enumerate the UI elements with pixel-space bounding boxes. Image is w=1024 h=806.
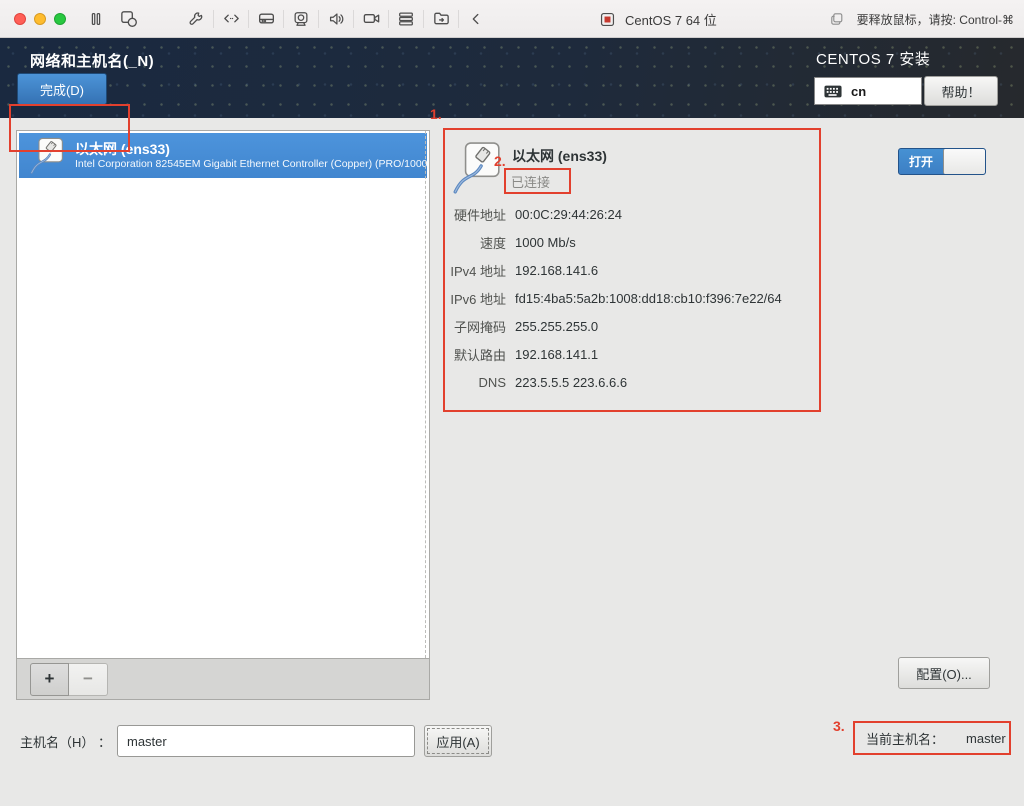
- detail-device-name: 以太网 (ens33): [512, 148, 607, 164]
- camera-icon[interactable]: [289, 7, 313, 31]
- device-list: 以太网 (ens33) Intel Corporation 82545EM Gi…: [16, 130, 430, 659]
- centos-installer-window: CentOS 7 64 位 要释放鼠标，请按: Control-⌘ 网络和主机名…: [0, 0, 1024, 806]
- disk-icon[interactable]: [254, 7, 278, 31]
- vm-os-icon: [595, 7, 619, 31]
- detail-row-ipv4: IPv4 地址 192.168.141.6: [450, 262, 599, 279]
- connection-status: 已连接: [511, 175, 551, 190]
- device-on-off-switch[interactable]: 打开: [898, 148, 986, 175]
- video-camera-icon[interactable]: [359, 7, 383, 31]
- minimize-window-button[interactable]: [34, 12, 46, 25]
- detail-row-speed: 速度 1000 Mb/s: [479, 234, 576, 251]
- detail-row-netmask: 子网掩码 255.255.255.0: [453, 318, 599, 335]
- add-device-button[interactable]: +: [30, 662, 69, 696]
- connection-details: 硬件地址 00:0C:29:44:26:24 速度 1000 Mb/s IPv4 地…: [446, 200, 816, 396]
- detail-row-ipv6: IPv6 地址 fd15:4ba5:5a2b:1008:dd18:cb10:f39…: [450, 290, 782, 307]
- window-copy-icon: [825, 7, 849, 31]
- switch-handle[interactable]: [943, 149, 985, 174]
- device-description: Intel Corporation 82545EM Gigabit Ethern…: [75, 157, 427, 170]
- wrench-icon[interactable]: [184, 7, 208, 31]
- mouse-release-hint: 要释放鼠标，请按: Control-⌘: [825, 0, 1014, 38]
- current-hostname: 当前主机名： master: [866, 730, 1006, 747]
- pause-icon[interactable]: [84, 7, 108, 31]
- vm-window-titlebar: CentOS 7 64 位 要释放鼠标，请按: Control-⌘: [0, 0, 1024, 38]
- server-icon[interactable]: [394, 7, 418, 31]
- traffic-lights: [14, 12, 66, 25]
- help-button[interactable]: 帮助！: [924, 76, 998, 106]
- keyboard-layout-code: cn: [851, 83, 867, 99]
- shared-folder-icon[interactable]: [429, 7, 453, 31]
- zoom-window-button[interactable]: [54, 12, 66, 25]
- device-name: 以太网 (ens33): [75, 140, 170, 157]
- ethernet-device-icon: [29, 137, 65, 175]
- detail-row-dns: DNS 223.5.5.5 223.6.6.6: [478, 374, 628, 390]
- detail-row-route: 默认路由 192.168.141.1: [453, 346, 599, 363]
- annotation-step-3: 3.: [833, 718, 845, 734]
- product-title: CENTOS 7 安装: [816, 51, 931, 68]
- hostname-label: 主机名（H） ：: [20, 735, 112, 750]
- collapse-chevron-icon[interactable]: [464, 7, 488, 31]
- vm-title: CentOS 7 64 位: [595, 0, 717, 38]
- speaker-icon[interactable]: [324, 7, 348, 31]
- apply-button[interactable]: 应用(A): [424, 725, 492, 757]
- spoke-title: 网络和主机名(_N): [30, 53, 155, 70]
- device-row-ens33[interactable]: 以太网 (ens33) Intel Corporation 82545EM Gi…: [19, 133, 427, 178]
- done-button[interactable]: 完成(D): [17, 73, 107, 105]
- remove-device-button[interactable]: −: [69, 662, 108, 696]
- device-list-toolbar: + −: [16, 658, 430, 700]
- snapshot-icon[interactable]: [116, 7, 140, 31]
- ethernet-detail-icon: [452, 141, 502, 195]
- code-arrows-icon[interactable]: [219, 7, 243, 31]
- switch-on-label: 打开: [908, 155, 933, 169]
- configure-button[interactable]: 配置(O)...: [898, 657, 990, 689]
- hostname-input[interactable]: [117, 725, 415, 757]
- detail-row-hw: 硬件地址 00:0C:29:44:26:24: [453, 206, 622, 223]
- installer-header: 网络和主机名(_N) 完成(D) CENTOS 7 安装 cn 帮助！: [0, 38, 1024, 118]
- device-list-panel: 以太网 (ens33) Intel Corporation 82545EM Gi…: [16, 130, 430, 700]
- close-window-button[interactable]: [14, 12, 26, 25]
- keyboard-icon: [821, 79, 845, 103]
- keyboard-layout-indicator[interactable]: cn: [814, 77, 922, 105]
